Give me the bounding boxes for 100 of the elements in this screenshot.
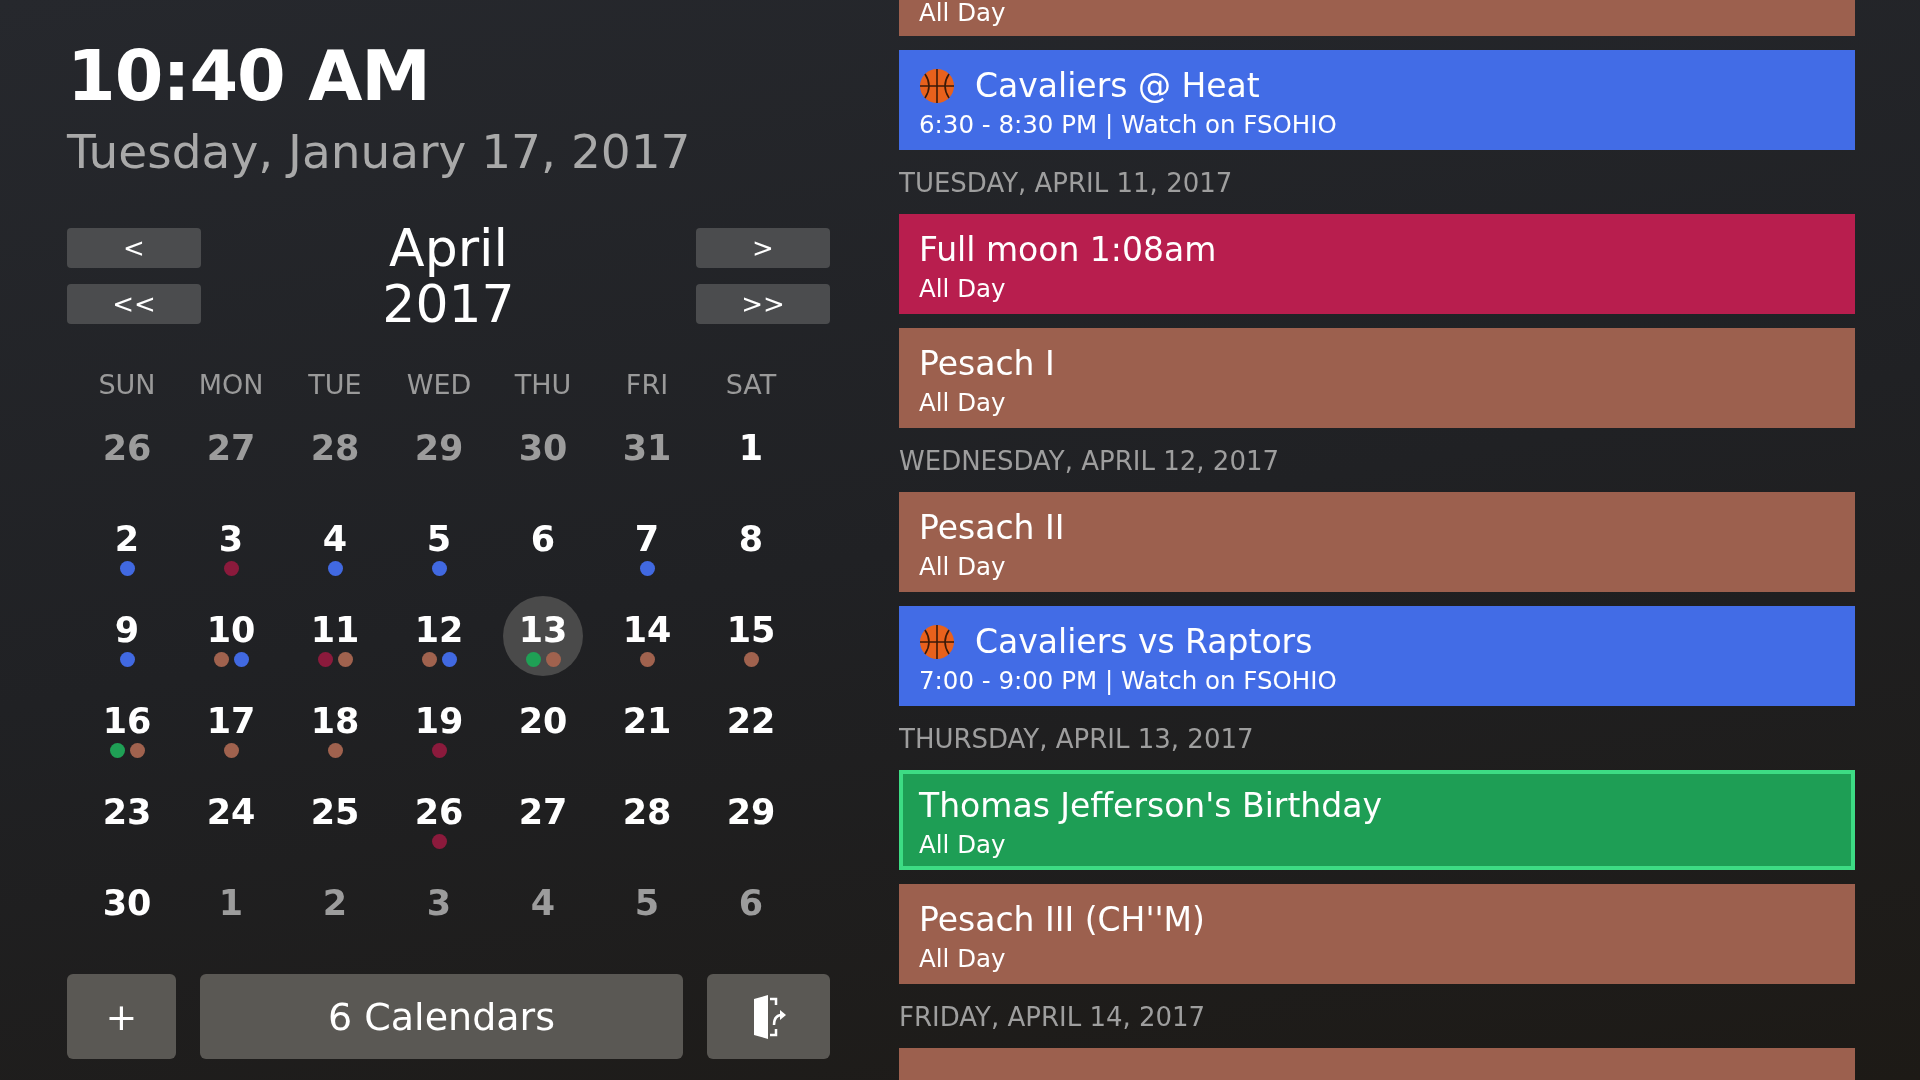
event-time: All Day	[919, 829, 1007, 861]
day-cell[interactable]: 6	[711, 868, 791, 949]
day-cell[interactable]: 31	[607, 413, 687, 494]
day-number: 26	[414, 790, 464, 834]
event-card[interactable]: Pesach II All Day	[899, 492, 1855, 592]
day-cell[interactable]: 28	[295, 413, 375, 494]
calendars-button[interactable]: 6 Calendars	[200, 974, 683, 1059]
day-number: 18	[310, 699, 360, 743]
next-month-button[interactable]: >	[696, 228, 830, 268]
event-title: Cavaliers vs Raptors	[975, 621, 1313, 663]
event-card[interactable]: Pesach III (CH''M) All Day	[899, 884, 1855, 984]
event-card[interactable]: Pesach I All Day	[899, 328, 1855, 428]
day-number: 29	[726, 790, 776, 834]
day-cell[interactable]: 26	[399, 777, 479, 858]
day-cell[interactable]: 30	[87, 868, 167, 949]
exit-icon	[751, 994, 786, 1039]
day-cell[interactable]: 1	[191, 868, 271, 949]
day-cell[interactable]: 12	[399, 595, 479, 676]
day-cell[interactable]: 4	[503, 868, 583, 949]
day-number: 2	[114, 517, 140, 561]
day-cell[interactable]: 21	[607, 686, 687, 767]
day-number: 6	[738, 881, 764, 925]
date-heading: TUESDAY, APRIL 11, 2017	[899, 167, 1234, 200]
day-number: 3	[218, 517, 244, 561]
day-number: 21	[622, 699, 672, 743]
day-cell[interactable]: 23	[87, 777, 167, 858]
day-cell[interactable]: 29	[399, 413, 479, 494]
date-heading: FRIDAY, APRIL 14, 2017	[899, 1001, 1207, 1034]
day-number: 1	[218, 881, 244, 925]
day-cell[interactable]: 9	[87, 595, 167, 676]
day-cell[interactable]: 24	[191, 777, 271, 858]
day-number: 3	[426, 881, 452, 925]
day-cell[interactable]: 5	[607, 868, 687, 949]
day-cell[interactable]: 2	[295, 868, 375, 949]
previous-year-button[interactable]: <<	[67, 284, 201, 324]
day-number: 29	[414, 426, 464, 470]
day-cell[interactable]: 5	[399, 504, 479, 585]
event-title: Full moon 1:08am	[919, 229, 1217, 271]
day-number: 11	[310, 608, 360, 652]
basketball-icon	[919, 624, 955, 660]
day-number: 5	[634, 881, 660, 925]
day-number: 20	[518, 699, 568, 743]
event-title: Pesach II	[919, 507, 1065, 549]
day-cell[interactable]: 28	[607, 777, 687, 858]
day-number: 28	[310, 426, 360, 470]
day-number: 22	[726, 699, 776, 743]
event-card[interactable]: All Day	[899, 0, 1855, 36]
day-cell[interactable]: 18	[295, 686, 375, 767]
exit-button[interactable]	[707, 974, 830, 1059]
today-circle[interactable]: 13	[503, 595, 583, 676]
event-time: All Day	[919, 387, 1007, 419]
day-number: 8	[738, 517, 764, 561]
day-cell[interactable]: 26	[87, 413, 167, 494]
day-number: 16	[102, 699, 152, 743]
day-cell[interactable]: 6	[503, 504, 583, 585]
event-card[interactable]: Full moon 1:08am All Day	[899, 214, 1855, 314]
event-time: All Day	[919, 551, 1007, 583]
day-cell[interactable]: 15	[711, 595, 791, 676]
day-cell[interactable]: 2	[87, 504, 167, 585]
day-cell[interactable]: 3	[399, 868, 479, 949]
add-button[interactable]: +	[67, 974, 176, 1059]
day-cell[interactable]: 25	[295, 777, 375, 858]
day-cell[interactable]: 7	[607, 504, 687, 585]
next-year-button[interactable]: >>	[696, 284, 830, 324]
day-cell[interactable]: 17	[191, 686, 271, 767]
day-cell[interactable]: 27	[503, 777, 583, 858]
day-cell[interactable]: 11	[295, 595, 375, 676]
day-cell[interactable]: 19	[399, 686, 479, 767]
day-cell[interactable]: 14	[607, 595, 687, 676]
day-cell[interactable]: 27	[191, 413, 271, 494]
day-number: 26	[102, 426, 152, 470]
event-time: 7:00 - 9:00 PM | Watch on FSOHIO	[919, 665, 1338, 697]
day-number: 27	[518, 790, 568, 834]
day-number: 7	[634, 517, 660, 561]
day-cell[interactable]: 4	[295, 504, 375, 585]
day-number: 23	[102, 790, 152, 834]
weekday-header: TUE	[307, 368, 363, 402]
day-cell[interactable]: 29	[711, 777, 791, 858]
day-number: 19	[414, 699, 464, 743]
day-cell[interactable]: 22	[711, 686, 791, 767]
day-cell[interactable]: 8	[711, 504, 791, 585]
day-number: 1	[738, 426, 764, 470]
day-number: 14	[622, 608, 672, 652]
event-card[interactable]: Cavaliers @ Heat 6:30 - 8:30 PM | Watch on FSOHIO	[899, 50, 1855, 150]
day-number: 27	[206, 426, 256, 470]
day-number: 31	[622, 426, 672, 470]
day-number: 30	[518, 426, 568, 470]
day-cell[interactable]: 30	[503, 413, 583, 494]
event-card[interactable]: Cavaliers vs Raptors 7:00 - 9:00 PM | Watch on FSOHIO	[899, 606, 1855, 706]
day-cell[interactable]: 3	[191, 504, 271, 585]
day-cell[interactable]: 1	[711, 413, 791, 494]
day-number: 12	[414, 608, 464, 652]
day-cell[interactable]: 20	[503, 686, 583, 767]
day-cell[interactable]: 16	[87, 686, 167, 767]
year-label: 2017	[382, 276, 515, 332]
previous-month-button[interactable]: <	[67, 228, 201, 268]
weekday-header: MON	[197, 368, 265, 402]
basketball-icon	[919, 68, 955, 104]
day-cell[interactable]: 10	[191, 595, 271, 676]
date-heading: WEDNESDAY, APRIL 12, 2017	[899, 445, 1280, 478]
